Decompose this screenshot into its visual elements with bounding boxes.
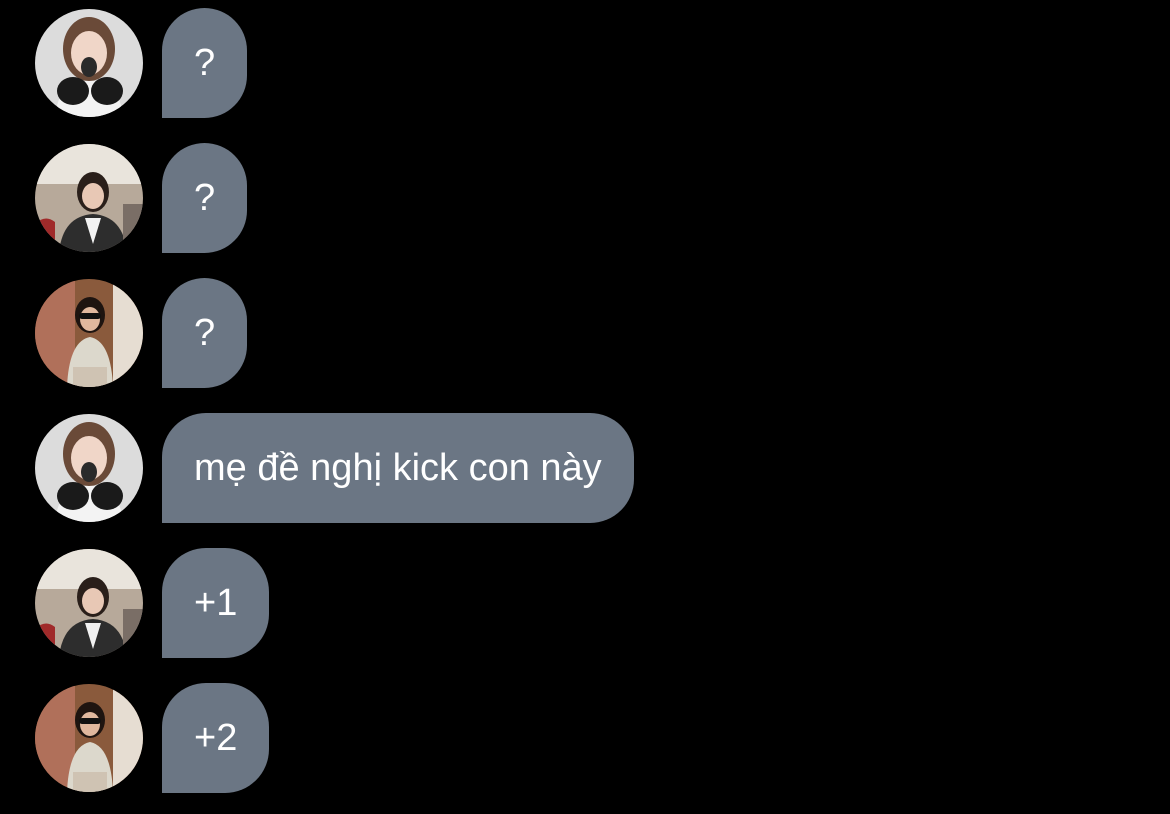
- message-row: ?: [35, 278, 248, 388]
- user-avatar[interactable]: [35, 414, 143, 522]
- avatar-girl-sunglasses-icon: [35, 684, 143, 792]
- message-bubble: ?: [162, 143, 248, 253]
- user-avatar[interactable]: [35, 684, 143, 792]
- user-avatar[interactable]: [35, 279, 143, 387]
- message-row: +1: [35, 548, 270, 658]
- user-avatar[interactable]: [35, 549, 143, 657]
- avatar-girl-sunglasses-icon: [35, 279, 143, 387]
- user-avatar[interactable]: [35, 9, 143, 117]
- message-bubble: ?: [162, 8, 248, 118]
- message-row: +2: [35, 683, 270, 793]
- message-bubble: +1: [162, 548, 270, 658]
- chat-thread: ? ? ? mẹ đề nghị kick con này +1 +2: [0, 0, 1170, 814]
- avatar-girl-blazer-icon: [35, 144, 143, 252]
- avatar-girl-blazer-icon: [35, 549, 143, 657]
- user-avatar[interactable]: [35, 144, 143, 252]
- message-bubble: ?: [162, 278, 248, 388]
- message-row: ?: [35, 8, 248, 118]
- message-row: ?: [35, 143, 248, 253]
- message-row: mẹ đề nghị kick con này: [35, 413, 634, 523]
- avatar-girl-white-icon: [35, 414, 143, 522]
- message-bubble: +2: [162, 683, 270, 793]
- message-bubble: mẹ đề nghị kick con này: [162, 413, 634, 523]
- avatar-girl-white-icon: [35, 9, 143, 117]
